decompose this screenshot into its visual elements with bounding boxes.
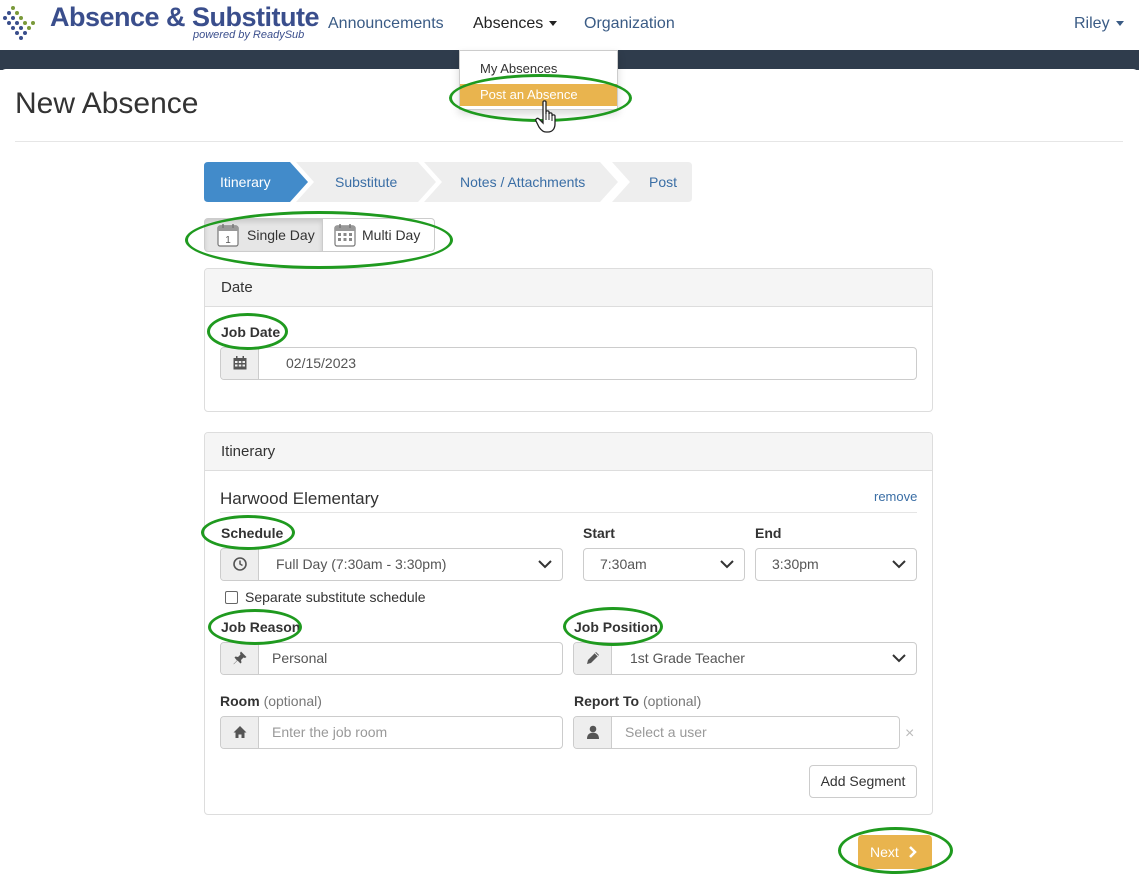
schedule-addon <box>221 549 259 580</box>
report-to-label: Report To (optional) <box>574 693 701 709</box>
chevron-down-icon <box>720 560 734 569</box>
wizard-step-itinerary[interactable]: Itinerary <box>204 162 308 202</box>
schedule-value: Full Day (7:30am - 3:30pm) <box>276 556 447 572</box>
schedule-select[interactable]: Full Day (7:30am - 3:30pm) <box>220 548 563 581</box>
clock-icon <box>233 557 247 571</box>
report-to-label-text: Report To <box>574 693 640 709</box>
chevron-down-icon <box>892 654 906 663</box>
pushpin-icon <box>233 651 247 665</box>
user-name: Riley <box>1074 15 1110 32</box>
nav-announcements[interactable]: Announcements <box>328 15 444 33</box>
school-name: Harwood Elementary <box>220 489 379 508</box>
multi-day-label: Multi Day <box>362 227 421 243</box>
job-position-select[interactable]: 1st Grade Teacher <box>573 642 917 675</box>
page-title: New Absence <box>15 87 199 120</box>
brand-subtitle: powered by ReadySub <box>193 29 305 41</box>
room-field[interactable]: Enter the job room <box>220 716 563 749</box>
job-position-label: Job Position <box>574 619 658 635</box>
job-reason-value: Personal <box>272 650 328 666</box>
separate-schedule-checkbox[interactable] <box>225 591 238 604</box>
user-icon <box>587 725 599 739</box>
job-date-label: Job Date <box>221 324 281 340</box>
start-label: Start <box>583 525 615 541</box>
wizard-step-notes-attachments[interactable]: Notes / Attachments <box>424 162 618 202</box>
schedule-label: Schedule <box>221 525 284 541</box>
report-to-addon <box>574 717 612 748</box>
home-icon <box>233 726 247 738</box>
chevron-down-icon <box>892 560 906 569</box>
calendar-icon <box>233 356 247 370</box>
start-time-value: 7:30am <box>600 556 647 572</box>
nav-absences[interactable]: Absences <box>473 15 558 33</box>
date-panel: Date <box>204 268 933 412</box>
report-to-optional-text: (optional) <box>642 693 702 709</box>
job-position-value: 1st Grade Teacher <box>630 650 745 666</box>
caret-down-icon <box>549 21 558 27</box>
brand-logo[interactable]: Absence & Substitute powered by ReadySub <box>0 0 320 48</box>
nav-organization[interactable]: Organization <box>584 15 675 33</box>
remove-link[interactable]: remove <box>874 489 917 504</box>
date-panel-heading: Date <box>205 269 932 307</box>
chevron-right-icon <box>909 846 917 858</box>
end-time-select[interactable]: 3:30pm <box>755 548 917 581</box>
start-time-select[interactable]: 7:30am <box>583 548 745 581</box>
calendar-day-number: 1 <box>225 235 231 246</box>
room-addon <box>221 717 259 748</box>
calendar-single-icon: 1 <box>217 224 239 247</box>
report-to-placeholder: Select a user <box>625 724 707 740</box>
job-reason-field[interactable]: Personal <box>220 642 563 675</box>
next-label: Next <box>870 844 899 860</box>
wizard-step-substitute[interactable]: Substitute <box>296 162 436 202</box>
room-label-text: Room <box>220 693 260 709</box>
clear-report-to-button[interactable]: × <box>905 725 914 743</box>
end-time-value: 3:30pm <box>772 556 819 572</box>
single-day-button[interactable]: 1 Single Day <box>204 218 323 252</box>
title-divider <box>15 141 1123 142</box>
room-optional-text: (optional) <box>263 693 322 709</box>
job-date-addon <box>221 348 259 379</box>
calendar-multi-icon <box>334 224 356 247</box>
top-navbar: Absence & Substitute powered by ReadySub… <box>0 0 1139 50</box>
job-reason-addon <box>221 643 259 674</box>
nav-absences-label: Absences <box>473 15 544 32</box>
add-segment-button[interactable]: Add Segment <box>809 765 917 798</box>
pencil-icon <box>587 652 599 664</box>
wizard-step-label: Substitute <box>335 174 398 190</box>
wizard-step-post[interactable]: Post <box>612 162 692 202</box>
job-date-field[interactable]: 02/15/2023 <box>220 347 917 380</box>
logo-dots-icon <box>3 6 35 40</box>
wizard-step-label: Post <box>649 174 678 190</box>
hand-cursor-icon <box>535 100 556 133</box>
report-to-field[interactable]: Select a user <box>573 716 900 749</box>
wizard-step-label: Itinerary <box>220 174 271 190</box>
caret-down-icon <box>1115 21 1124 27</box>
wizard-step-label: Notes / Attachments <box>460 174 586 190</box>
chevron-down-icon <box>538 560 552 569</box>
single-day-label: Single Day <box>247 227 315 243</box>
job-date-value: 02/15/2023 <box>286 355 357 371</box>
job-reason-label: Job Reason <box>221 619 301 635</box>
user-menu[interactable]: Riley <box>1074 15 1124 33</box>
menu-item-my-absences[interactable]: My Absences <box>460 58 617 80</box>
end-label: End <box>755 525 782 541</box>
school-divider <box>220 512 917 513</box>
job-position-addon <box>574 643 612 674</box>
multi-day-button[interactable]: Multi Day <box>322 218 435 252</box>
room-placeholder: Enter the job room <box>272 724 388 740</box>
separate-schedule-label: Separate substitute schedule <box>245 589 426 605</box>
itinerary-panel-heading: Itinerary <box>205 433 932 471</box>
room-label: Room (optional) <box>220 693 322 709</box>
next-button[interactable]: Next <box>858 835 932 869</box>
